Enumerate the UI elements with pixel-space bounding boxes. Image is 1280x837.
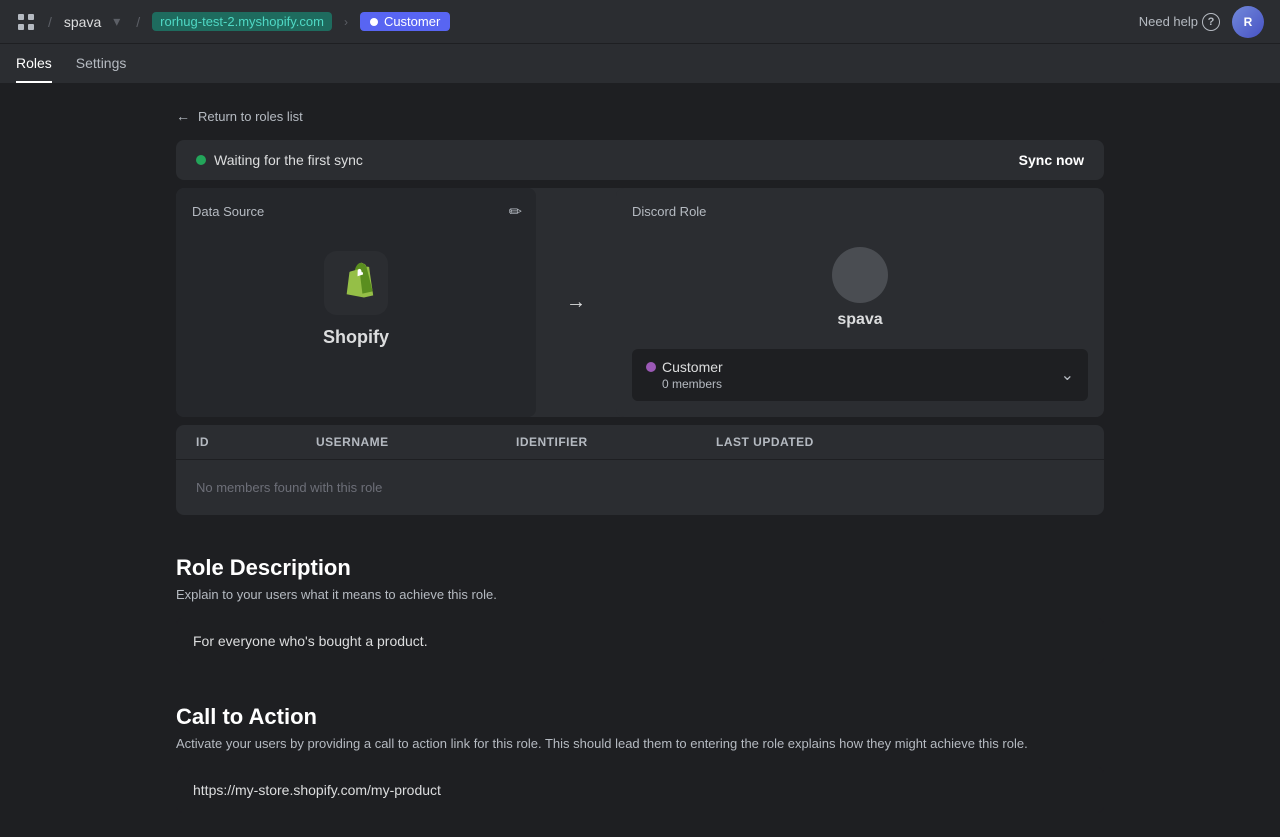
role-name: Customer [662, 359, 723, 375]
need-help-label: Need help [1139, 14, 1198, 29]
path-separator-2: / [136, 14, 140, 30]
avatar-initials: R [1244, 15, 1253, 29]
role-members: 0 members [662, 377, 723, 391]
role-name-row: Customer [646, 359, 723, 375]
topbar: / spava ▾ / rorhug-test-2.myshopify.com … [0, 0, 1280, 44]
breadcrumb-chevron: › [344, 15, 348, 29]
back-link[interactable]: ← Return to roles list [176, 108, 1104, 124]
avatar[interactable]: R [1232, 6, 1264, 38]
discord-role-card: Discord Role spava Customer 0 members ⌄ [616, 188, 1104, 417]
role-description-title: Role Description [176, 555, 1104, 581]
arrow-connector: → [536, 188, 616, 417]
shopify-label: Shopify [323, 327, 389, 348]
discord-logo-dot [370, 18, 378, 26]
call-to-action-title: Call to Action [176, 704, 1104, 730]
workspace-name: spava [64, 14, 101, 30]
role-info: Customer 0 members [646, 359, 723, 391]
sync-status: Waiting for the first sync [196, 152, 363, 168]
tab-settings[interactable]: Settings [76, 45, 127, 83]
green-status-dot [196, 155, 206, 165]
server-display: spava [632, 231, 1088, 349]
members-table: ID Username Identifier Last updated No m… [176, 425, 1104, 515]
column-identifier: Identifier [516, 435, 716, 449]
main-content: ← Return to roles list Waiting for the f… [160, 84, 1120, 837]
role-description-input[interactable] [176, 618, 1104, 664]
call-to-action-input[interactable] [176, 767, 1104, 813]
shopify-breadcrumb[interactable]: rorhug-test-2.myshopify.com [152, 12, 332, 31]
server-avatar [832, 247, 888, 303]
topbar-right: Need help ? R [1139, 6, 1264, 38]
dropdown-arrow: ▾ [113, 13, 120, 30]
table-empty-message: No members found with this role [176, 460, 1104, 515]
edit-icon[interactable]: ✏ [509, 202, 522, 222]
back-arrow-icon: ← [176, 108, 190, 124]
chevron-down-icon: ⌄ [1061, 365, 1074, 385]
discord-role-title: Discord Role [632, 204, 1088, 219]
data-source-title: Data Source [192, 204, 264, 219]
role-description-desc: Explain to your users what it means to a… [176, 587, 1104, 602]
server-name: spava [837, 311, 882, 329]
data-source-card: Data Source ✏ Shopify [176, 188, 536, 417]
role-color-dot [646, 362, 656, 372]
column-last-updated: Last updated [716, 435, 1084, 449]
back-link-label: Return to roles list [198, 109, 303, 124]
current-breadcrumb-label: Customer [384, 14, 440, 29]
flow-arrow-icon: → [566, 291, 586, 314]
sync-status-text: Waiting for the first sync [214, 152, 363, 168]
current-breadcrumb: Customer [360, 12, 450, 31]
need-help-button[interactable]: Need help ? [1139, 13, 1220, 31]
shopify-logo-area: Shopify [192, 231, 520, 368]
breadcrumb-area: / spava ▾ / rorhug-test-2.myshopify.com … [16, 12, 450, 32]
sync-bar: Waiting for the first sync Sync now [176, 140, 1104, 180]
sync-now-button[interactable]: Sync now [1019, 152, 1084, 168]
cards-row: Data Source ✏ Shopify → Disco [176, 188, 1104, 417]
tab-roles[interactable]: Roles [16, 45, 52, 83]
shopify-icon [324, 251, 388, 315]
grid-icon [16, 12, 36, 32]
column-username: Username [316, 435, 516, 449]
column-id: ID [196, 435, 316, 449]
help-icon: ? [1202, 13, 1220, 31]
path-separator: / [48, 14, 52, 30]
table-header: ID Username Identifier Last updated [176, 425, 1104, 460]
role-description-section: Role Description Explain to your users w… [176, 555, 1104, 664]
secondary-nav: Roles Settings [0, 44, 1280, 84]
call-to-action-desc: Activate your users by providing a call … [176, 736, 1104, 751]
call-to-action-section: Call to Action Activate your users by pr… [176, 704, 1104, 813]
role-selector[interactable]: Customer 0 members ⌄ [632, 349, 1088, 401]
